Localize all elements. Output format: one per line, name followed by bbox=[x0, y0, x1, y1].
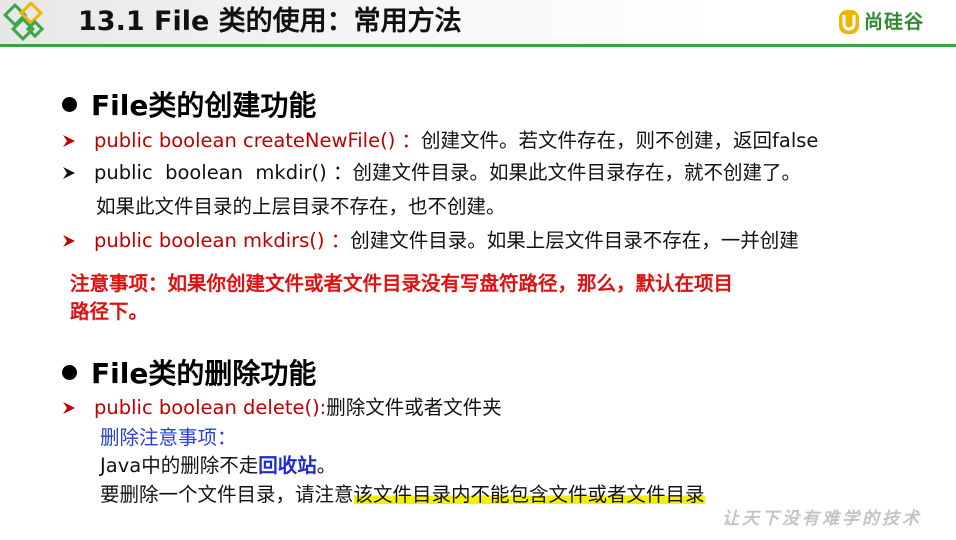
arrow-bullet-icon bbox=[63, 167, 75, 179]
recycle-bin-emphasis: 回收站 bbox=[258, 454, 317, 477]
list-item: public boolean mkdirs() ：创建文件目录。如果上层文件目录… bbox=[62, 227, 799, 255]
note-line: 注意事项：如果你创建文件或者文件目录没有写盘符路径，那么，默认在项目 bbox=[70, 272, 734, 295]
deletion-note-line-2: 要删除一个文件目录，请注意该文件目录内不能包含文件或者文件目录 bbox=[100, 481, 705, 509]
method-signature: public boolean delete(): bbox=[94, 396, 327, 419]
method-description: 创建文件。若文件存在，则不创建，返回false bbox=[421, 129, 819, 152]
bullet-dot-icon bbox=[62, 365, 77, 380]
note-text: 。 bbox=[316, 454, 337, 477]
deletion-heading-text: File类的删除功能 bbox=[91, 357, 317, 390]
arrow-bullet-icon bbox=[63, 235, 75, 247]
method-description: 创建文件目录。如果上层文件目录不存在，一并创建 bbox=[350, 229, 799, 252]
bullet-dot-icon bbox=[62, 97, 77, 112]
header-accent-line bbox=[0, 44, 956, 47]
slide-header: 13.1 File 类的使用：常用方法 尚硅谷 bbox=[0, 0, 956, 47]
highlighted-text: 该文件目录内不能包含文件或者文件目录 bbox=[353, 483, 705, 506]
method-description: 删除文件或者文件夹 bbox=[326, 396, 502, 419]
creation-heading: File类的创建功能 bbox=[62, 88, 316, 124]
list-item: public boolean delete():删除文件或者文件夹 bbox=[62, 394, 502, 422]
creation-heading-text: File类的创建功能 bbox=[91, 89, 317, 122]
list-item: public boolean createNewFile() ：创建文件。若文件… bbox=[62, 127, 818, 155]
list-item: public boolean mkdir() ：创建文件目录。如果此文件目录存在… bbox=[62, 159, 801, 187]
arrow-bullet-icon bbox=[63, 135, 75, 147]
u-logo-icon bbox=[839, 10, 859, 34]
method-signature: public boolean mkdirs() ： bbox=[94, 229, 351, 252]
deletion-note-line-1: Java中的删除不走回收站。 bbox=[100, 452, 336, 480]
brand-logo: 尚硅谷 bbox=[838, 8, 950, 36]
note-text: Java中的删除不走 bbox=[100, 454, 259, 477]
logo-text: 尚硅谷 bbox=[864, 11, 925, 33]
method-description: 创建文件目录。如果此文件目录存在，就不创建了。 bbox=[352, 161, 801, 184]
page-title: 13.1 File 类的使用：常用方法 bbox=[78, 6, 462, 37]
deletion-heading: File类的删除功能 bbox=[62, 356, 316, 392]
diamond-logo-icon bbox=[2, 2, 45, 42]
deletion-notes-label: 删除注意事项： bbox=[100, 426, 237, 449]
method-signature: public boolean createNewFile() ： bbox=[94, 129, 422, 152]
note-line: 路径下。 bbox=[70, 300, 149, 323]
watermark-slogan: 让天下没有难学的技术 bbox=[722, 509, 922, 529]
method-signature: public boolean mkdir() ： bbox=[94, 161, 353, 184]
arrow-bullet-icon bbox=[63, 402, 75, 414]
note-text: 要删除一个文件目录，请注意 bbox=[100, 483, 354, 506]
method-description-continuation: 如果此文件目录的上层目录不存在，也不创建。 bbox=[96, 195, 506, 218]
creation-note: 注意事项：如果你创建文件或者文件目录没有写盘符路径，那么，默认在项目 路径下。 bbox=[70, 270, 930, 326]
